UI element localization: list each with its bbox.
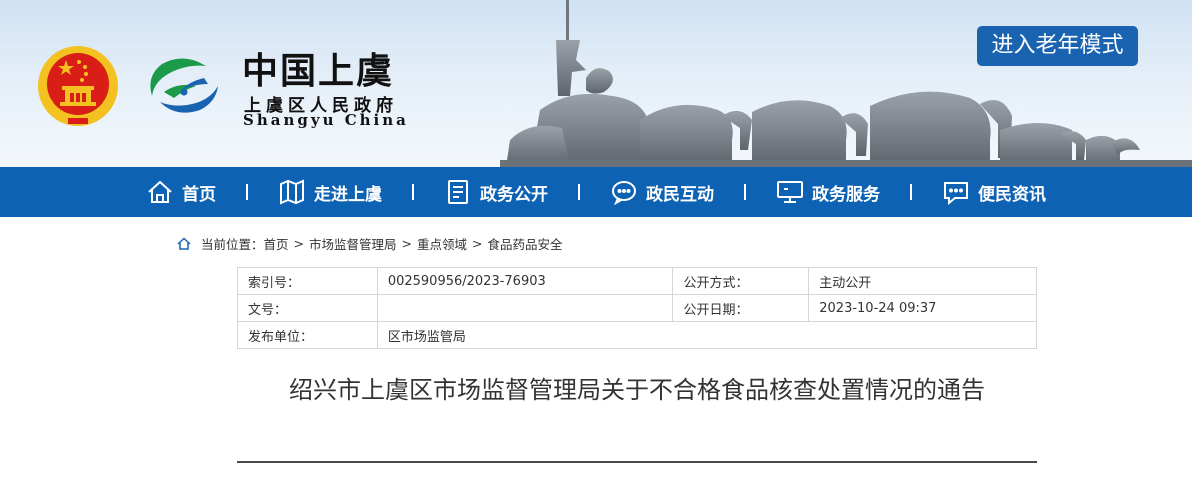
breadcrumb-link-food-drug-safety[interactable]: 食品药品安全 xyxy=(488,234,563,253)
nav-item-label: 便民资讯 xyxy=(978,184,1046,205)
logo-title: 中国上虞 xyxy=(242,50,395,92)
title-divider xyxy=(237,461,1037,463)
breadcrumb-separator: > xyxy=(293,236,305,251)
nav-item-about-shangyu[interactable]: 走进上虞 xyxy=(278,179,382,205)
open-date-label: 公开日期： xyxy=(672,294,810,322)
elder-mode-button[interactable]: 进入老年模式 xyxy=(977,26,1138,66)
nav-divider xyxy=(578,184,580,200)
monitor-icon xyxy=(777,181,803,203)
nav-divider xyxy=(412,184,414,200)
chat-icon xyxy=(612,181,636,205)
nav-item-label: 首页 xyxy=(182,184,216,205)
nav-divider xyxy=(246,184,248,200)
national-emblem-icon xyxy=(38,46,118,126)
publisher-value: 区市场监管局 xyxy=(376,321,1038,349)
breadcrumb-separator: > xyxy=(401,236,413,251)
table-row: 索引号： 002590956/2023-76903 公开方式： 主动公开 xyxy=(237,267,1037,295)
map-icon xyxy=(280,179,304,205)
open-method-value: 主动公开 xyxy=(808,267,1037,295)
nav-item-gov-affairs[interactable]: 政务公开 xyxy=(444,179,548,205)
table-row: 文号： 公开日期： 2023-10-24 09:37 xyxy=(237,294,1037,322)
breadcrumb-prefix: 当前位置： xyxy=(201,237,264,252)
breadcrumb: 当前位置： 首页 > 市场监督管理局 > 重点领域 > 食品药品安全 xyxy=(177,234,563,253)
home-icon xyxy=(177,237,191,250)
breadcrumb-link-home[interactable]: 首页 xyxy=(264,234,289,253)
nav-item-services[interactable]: 政务服务 xyxy=(776,179,880,205)
nav-item-interaction[interactable]: 政民互动 xyxy=(610,179,714,205)
logo-english-name: Shangyu China xyxy=(243,111,409,129)
shangyu-logo-icon xyxy=(150,58,218,113)
breadcrumb-link-key-areas[interactable]: 重点领域 xyxy=(417,234,467,253)
index-value: 002590956/2023-76903 xyxy=(376,267,674,295)
document-icon xyxy=(448,180,468,204)
nav-item-label: 走进上虞 xyxy=(314,184,382,205)
open-method-label: 公开方式： xyxy=(672,267,810,295)
breadcrumb-separator: > xyxy=(472,236,483,251)
doc-number-label: 文号： xyxy=(237,294,378,322)
nav-item-label: 政民互动 xyxy=(646,184,714,205)
nav-divider xyxy=(744,184,746,200)
index-label: 索引号： xyxy=(237,267,378,295)
publisher-label: 发布单位： xyxy=(237,321,378,349)
nav-item-info[interactable]: 便民资讯 xyxy=(942,179,1046,205)
nav-item-label: 政务公开 xyxy=(480,184,548,205)
nav-item-home[interactable]: 首页 xyxy=(146,179,216,205)
nav-divider xyxy=(910,184,912,200)
nav-item-label: 政务服务 xyxy=(812,184,880,205)
table-row: 发布单位： 区市场监管局 xyxy=(237,321,1038,349)
doc-number-value xyxy=(376,294,674,322)
article-title: 绍兴市上虞区市场监督管理局关于不合格食品核查处置情况的通告 xyxy=(289,376,985,404)
site-header: 中国上虞 上虞区人民政府 Shangyu China 进入老年模式 xyxy=(0,0,1192,167)
document-meta-table: 索引号： 002590956/2023-76903 公开方式： 主动公开 文号：… xyxy=(237,267,1038,349)
main-nav: 首页 走进上虞 政务公开 政民互动 政务服务 便民资讯 xyxy=(0,167,1192,217)
home-icon xyxy=(148,180,172,203)
message-icon xyxy=(944,182,968,205)
open-date-value: 2023-10-24 09:37 xyxy=(808,294,1037,322)
breadcrumb-link-market-bureau[interactable]: 市场监督管理局 xyxy=(309,234,397,253)
